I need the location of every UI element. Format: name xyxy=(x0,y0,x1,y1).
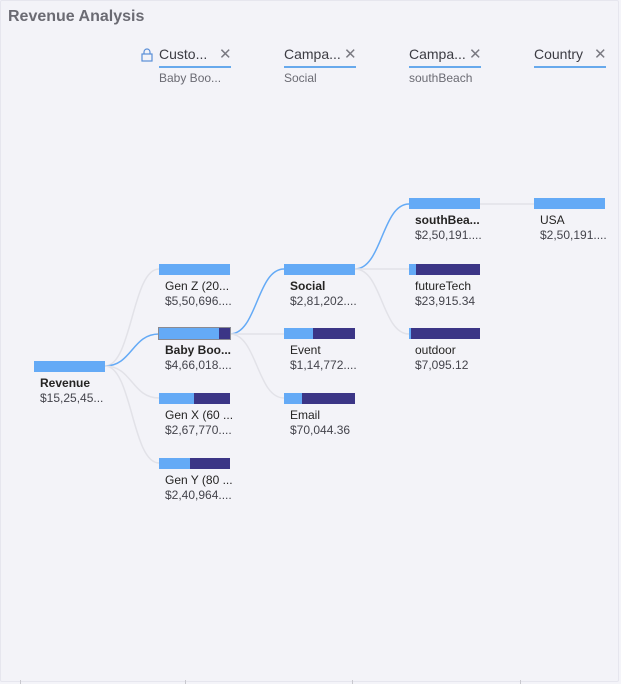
link-root-geny xyxy=(104,365,160,464)
link-social-outdoor xyxy=(354,268,410,335)
node-label: Gen X (60 ... xyxy=(165,408,234,422)
close-icon[interactable]: ✕ xyxy=(594,46,607,64)
level-header-label: Country xyxy=(534,46,584,62)
close-icon[interactable]: ✕ xyxy=(219,46,232,64)
level-header-subtitle: Social xyxy=(284,71,317,85)
level-header-1[interactable]: Custo... ✕ Baby Boo... xyxy=(141,46,232,85)
tick-mark xyxy=(352,680,353,684)
link-root-babyboomers xyxy=(104,333,160,367)
node-label: Gen Z (20... xyxy=(165,279,230,293)
node-value: $4,66,018.... xyxy=(165,358,232,372)
header-underline xyxy=(159,66,231,68)
level-header-3[interactable]: Campa... ✕ southBeach xyxy=(409,46,482,85)
node-label: outdoor xyxy=(415,343,456,357)
node-value: $5,50,696.... xyxy=(165,294,232,308)
header-underline xyxy=(534,66,606,68)
node-value: $2,50,191.... xyxy=(540,228,607,242)
node-label: Email xyxy=(290,408,321,422)
node-bar[interactable] xyxy=(159,264,230,275)
node-bar[interactable] xyxy=(284,393,355,404)
link-babyboomers-social xyxy=(229,268,285,335)
node-label: Social xyxy=(290,279,326,293)
node-bar[interactable] xyxy=(409,328,480,339)
node-value: $2,50,191.... xyxy=(415,228,482,242)
node-value: $15,25,45... xyxy=(40,391,104,405)
close-icon[interactable]: ✕ xyxy=(344,46,357,64)
node-bar[interactable] xyxy=(409,198,480,209)
close-icon[interactable]: ✕ xyxy=(469,46,482,64)
level-header-2[interactable]: Campa... ✕ Social xyxy=(284,46,357,85)
link-root-genz xyxy=(104,268,160,367)
link-babyboomers-email xyxy=(229,333,285,399)
level-header-label: Campa... xyxy=(284,46,341,62)
node-label: Baby Boo... xyxy=(165,343,232,357)
node-label: USA xyxy=(540,213,565,227)
node-label: futureTech xyxy=(415,279,472,293)
level-header-label: Campa... xyxy=(409,46,466,62)
node-bar[interactable] xyxy=(284,264,355,275)
node-bar[interactable] xyxy=(159,393,230,404)
node-bar[interactable] xyxy=(158,327,231,340)
node-bar[interactable] xyxy=(284,328,355,339)
level-header-subtitle: southBeach xyxy=(409,71,473,85)
tick-mark xyxy=(20,680,21,684)
node-label: Gen Y (80 ... xyxy=(165,473,233,487)
tick-mark xyxy=(520,680,521,684)
level-header-label: Custo... xyxy=(159,46,208,62)
level-header-subtitle: Baby Boo... xyxy=(159,71,222,85)
node-value: $1,14,772.... xyxy=(290,358,357,372)
node-label: Event xyxy=(290,343,321,357)
header-underline xyxy=(284,66,356,68)
header-underline xyxy=(409,66,481,68)
node-value: $70,044.36 xyxy=(290,423,351,437)
node-value: $7,095.12 xyxy=(415,358,469,372)
lock-icon[interactable] xyxy=(141,48,153,62)
node-value: $2,81,202.... xyxy=(290,294,357,308)
tick-mark xyxy=(185,680,186,684)
node-value: $23,915.34 xyxy=(415,294,476,308)
node-bar[interactable] xyxy=(409,264,480,275)
node-value: $2,67,770.... xyxy=(165,423,232,437)
tree-links xyxy=(104,203,534,464)
node-label: southBea... xyxy=(415,213,480,227)
link-social-southbeach xyxy=(354,203,410,270)
node-bar[interactable] xyxy=(34,361,105,372)
node-label: Revenue xyxy=(40,376,91,390)
level-header-4[interactable]: Country ✕ xyxy=(534,46,607,68)
node-bar[interactable] xyxy=(534,198,605,209)
node-bar[interactable] xyxy=(159,458,230,469)
link-root-genx xyxy=(104,365,160,399)
node-value: $2,40,964.... xyxy=(165,488,232,502)
